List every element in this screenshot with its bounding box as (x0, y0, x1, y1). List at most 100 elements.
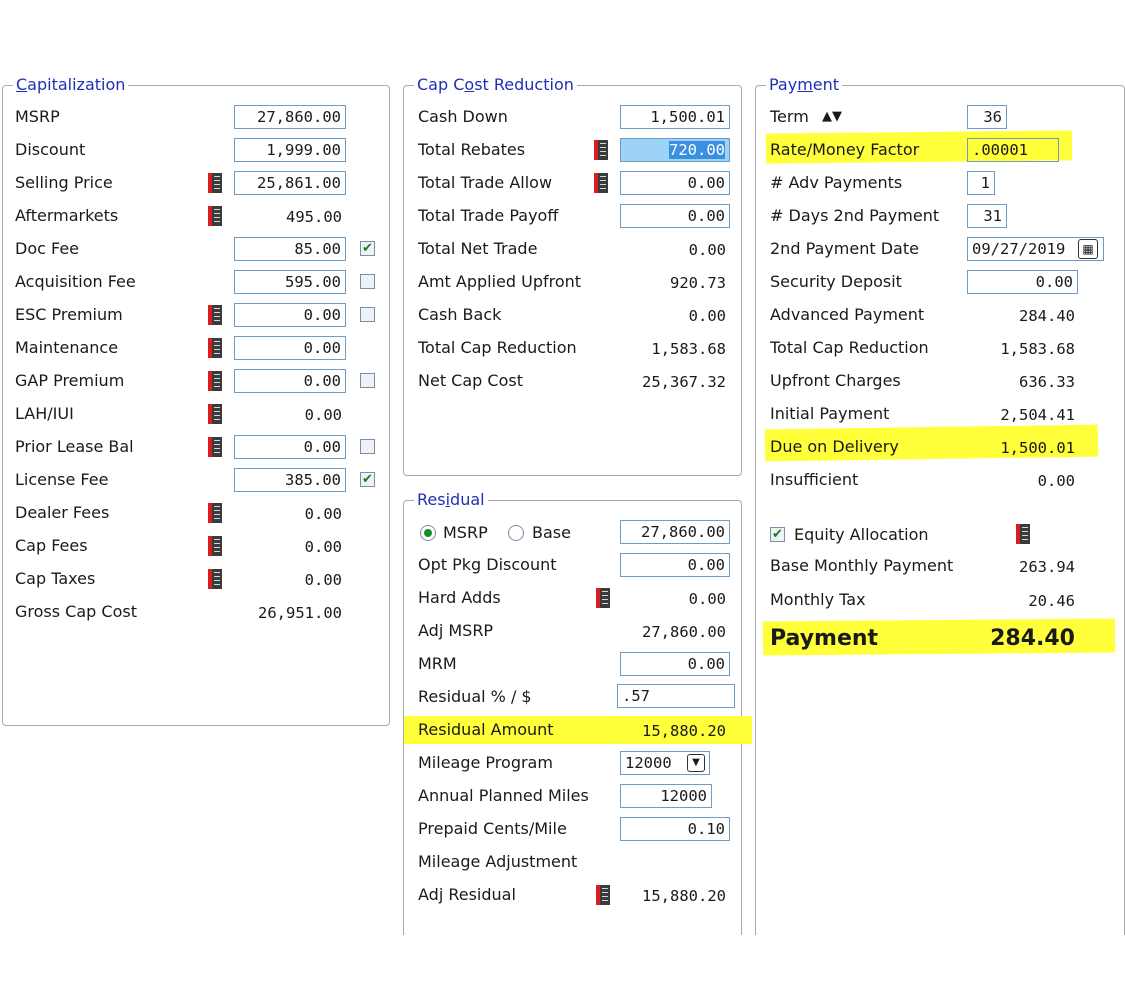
cap-taxes-calculator-icon[interactable] (208, 569, 222, 589)
maintenance-input[interactable]: 0.00 (234, 336, 346, 360)
term-input[interactable]: 36 (967, 105, 1007, 129)
adv-payments-input[interactable]: 1 (967, 171, 995, 195)
2nd-payment-date-label: 2nd Payment Date (770, 239, 919, 258)
annual-planned-miles-input[interactable]: 12000 (620, 784, 712, 808)
hard-adds-label: Hard Adds (418, 588, 501, 607)
gap-premium-calculator-icon[interactable] (208, 371, 222, 391)
adj-msrp-label: Adj MSRP (418, 621, 494, 640)
dealer-fees-calculator-icon[interactable] (208, 503, 222, 523)
prepaid-cents-mile-input[interactable]: 0.10 (620, 817, 730, 841)
capitalization-title: Capitalization (13, 74, 129, 96)
lah-iui-calculator-icon[interactable] (208, 404, 222, 424)
selling-price-label: Selling Price (15, 173, 113, 192)
base-radio-label: Base (532, 523, 571, 542)
mileage-program-dropdown-icon[interactable]: ▼ (687, 754, 705, 772)
equity-allocation-calculator-icon[interactable] (1016, 524, 1030, 544)
license-fee-input[interactable]: 385.00 (234, 468, 346, 492)
discount-label: Discount (15, 140, 86, 159)
term-sort-icon[interactable]: ▲▼ (822, 106, 842, 128)
insufficient-value: 0.00 (1037, 472, 1075, 490)
opt-pkg-discount-input[interactable]: 0.00 (620, 553, 730, 577)
aftermarkets-label: Aftermarkets (15, 206, 119, 225)
license-fee-checkbox[interactable]: ✔ (360, 472, 375, 487)
gross-cap-cost-label: Gross Cap Cost (15, 602, 137, 621)
total-trade-payoff-input[interactable]: 0.00 (620, 204, 730, 228)
initial-payment-label: Initial Payment (770, 404, 890, 423)
acquisition-fee-checkbox[interactable] (360, 274, 375, 289)
maintenance-calculator-icon[interactable] (208, 338, 222, 358)
initial-payment-value: 2,504.41 (1000, 406, 1075, 424)
residual-pct-input[interactable]: .57 (617, 684, 735, 708)
esc-premium-input[interactable]: 0.00 (234, 303, 346, 327)
days-2nd-payment-input[interactable]: 31 (967, 204, 1007, 228)
selling-price-input[interactable]: 25,861.00 (234, 171, 346, 195)
equity-allocation-checkbox[interactable]: ✔ (770, 527, 785, 542)
msrp-input[interactable]: 27,860.00 (234, 105, 346, 129)
total-trade-allow-calculator-icon[interactable] (594, 173, 608, 193)
net-cap-cost-value: 25,367.32 (642, 373, 726, 391)
calendar-icon[interactable]: ▦ (1078, 239, 1098, 259)
mileage-program-label: Mileage Program (418, 753, 553, 772)
security-deposit-input[interactable]: 0.00 (967, 270, 1078, 294)
cap-cost-reduction-title: Cap Cost Reduction (414, 74, 577, 96)
adj-msrp-value: 27,860.00 (642, 623, 726, 641)
total-trade-payoff-label: Total Trade Payoff (418, 206, 559, 225)
total-net-trade-value: 0.00 (688, 241, 726, 259)
payment-total-label: Payment (770, 626, 879, 651)
cap-fees-value: 0.00 (304, 538, 342, 556)
total-rebates-selected-text: 720.00 (669, 141, 725, 159)
residual-base-input[interactable]: 27,860.00 (620, 520, 730, 544)
hard-adds-calculator-icon[interactable] (596, 588, 610, 608)
cap-fees-calculator-icon[interactable] (208, 536, 222, 556)
esc-premium-calculator-icon[interactable] (208, 305, 222, 325)
net-cap-cost-label: Net Cap Cost (418, 371, 523, 390)
mileage-adjustment-label: Mileage Adjustment (418, 852, 578, 871)
pay-total-cap-reduction-value: 1,583.68 (1000, 340, 1075, 358)
due-on-delivery-label: Due on Delivery (770, 437, 899, 456)
lah-iui-value: 0.00 (304, 406, 342, 424)
monthly-tax-label: Monthly Tax (770, 590, 866, 609)
cash-down-input[interactable]: 1,500.01 (620, 105, 730, 129)
amt-applied-upfront-value: 920.73 (670, 274, 726, 292)
esc-premium-label: ESC Premium (15, 305, 123, 324)
residual-title: Residual (414, 489, 488, 511)
advanced-payment-value: 284.40 (1019, 307, 1075, 325)
prior-lease-bal-checkbox[interactable] (360, 439, 375, 454)
base-monthly-payment-label: Base Monthly Payment (770, 556, 954, 575)
aftermarkets-calculator-icon[interactable] (208, 206, 222, 226)
rate-money-factor-label: Rate/Money Factor (770, 140, 920, 159)
total-rebates-calculator-icon[interactable] (594, 140, 608, 160)
base-radio[interactable] (508, 525, 524, 541)
selling-price-calculator-icon[interactable] (208, 173, 222, 193)
msrp-radio[interactable] (420, 525, 436, 541)
doc-fee-input[interactable]: 85.00 (234, 237, 346, 261)
gap-premium-input[interactable]: 0.00 (234, 369, 346, 393)
acquisition-fee-input[interactable]: 595.00 (234, 270, 346, 294)
term-label: Term (770, 107, 809, 126)
total-trade-allow-input[interactable]: 0.00 (620, 171, 730, 195)
gap-premium-checkbox[interactable] (360, 373, 375, 388)
prior-lease-bal-input[interactable]: 0.00 (234, 435, 346, 459)
ccr-total-cap-reduction-value: 1,583.68 (651, 340, 726, 358)
esc-premium-checkbox[interactable] (360, 307, 375, 322)
total-rebates-input[interactable]: 720.00 (620, 138, 730, 162)
residual-amount-label: Residual Amount (418, 720, 554, 739)
opt-pkg-discount-label: Opt Pkg Discount (418, 555, 557, 574)
mrm-label: MRM (418, 654, 457, 673)
discount-input[interactable]: 1,999.00 (234, 138, 346, 162)
cash-back-label: Cash Back (418, 305, 502, 324)
mrm-input[interactable]: 0.00 (620, 652, 730, 676)
total-rebates-label: Total Rebates (418, 140, 526, 159)
doc-fee-checkbox[interactable]: ✔ (360, 241, 375, 256)
adj-residual-value: 15,880.20 (642, 887, 726, 905)
ccr-total-cap-reduction-label: Total Cap Reduction (418, 338, 577, 357)
prior-lease-bal-calculator-icon[interactable] (208, 437, 222, 457)
prior-lease-bal-label: Prior Lease Bal (15, 437, 134, 456)
prepaid-cents-mile-label: Prepaid Cents/Mile (418, 819, 567, 838)
rate-money-factor-input[interactable]: .00001 (967, 138, 1059, 162)
upfront-charges-value: 636.33 (1019, 373, 1075, 391)
insufficient-label: Insufficient (770, 470, 859, 489)
equity-allocation-label: Equity Allocation (794, 525, 929, 544)
total-net-trade-label: Total Net Trade (418, 239, 538, 258)
annual-planned-miles-label: Annual Planned Miles (418, 786, 589, 805)
